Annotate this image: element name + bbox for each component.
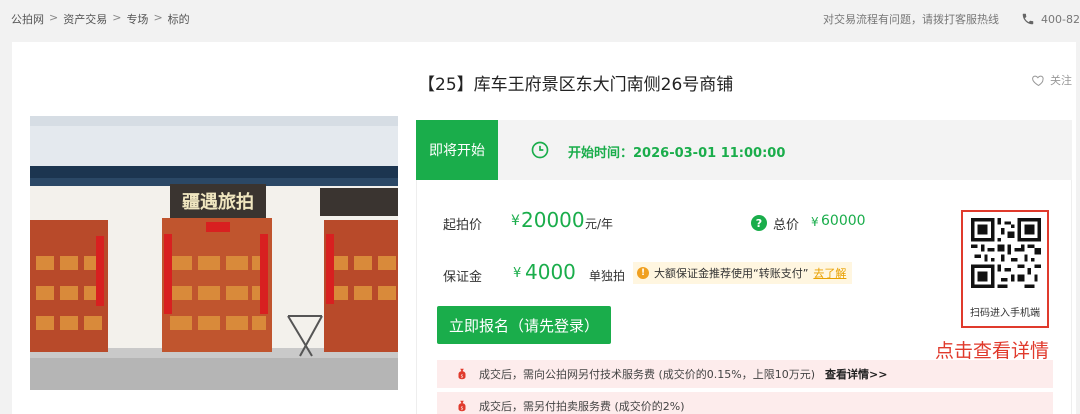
fee-row: $ 成交后，需向公拍网另付技术服务费 (成交价的0.15%，上限10万元) 查看… bbox=[437, 360, 1053, 388]
svg-text:$: $ bbox=[461, 374, 464, 380]
follow-button[interactable]: 关注 bbox=[1031, 72, 1072, 88]
money-bag-icon: $ bbox=[458, 400, 466, 412]
info-icon: ! bbox=[637, 267, 649, 279]
question-icon[interactable]: ? bbox=[751, 215, 767, 231]
breadcrumb-lot[interactable]: 标的 bbox=[168, 11, 190, 27]
price-panel: 起拍价 ¥ 20000 元/年 ? 总价 ¥ 60000 保证金 ¥ 4000 … bbox=[416, 180, 1072, 414]
deposit-currency: ¥ bbox=[513, 266, 522, 281]
auction-status-bar: 即将开始 开始时间：2026-03-01 11:00:00 bbox=[416, 120, 1072, 180]
qr-label: 扫码进入手机端 bbox=[970, 308, 1040, 319]
breadcrumb-asset-trade[interactable]: 资产交易 bbox=[63, 11, 107, 27]
lot-title: 【25】库车王府景区东大门南侧26号商铺 bbox=[418, 75, 734, 95]
deposit-label: 保证金 bbox=[443, 270, 483, 285]
follow-label: 关注 bbox=[1050, 74, 1072, 87]
lot-photo[interactable]: 疆遇旅拍 bbox=[30, 116, 398, 390]
help-hotline: 对交易流程有问题，请拨打客服热线 400-82 bbox=[823, 11, 1080, 27]
breadcrumb-separator: > bbox=[153, 11, 163, 24]
status-badge: 即将开始 bbox=[416, 120, 498, 180]
heart-icon bbox=[1032, 75, 1044, 86]
lot-card: 疆遇旅拍 ‹ bbox=[12, 42, 1076, 414]
qr-code[interactable] bbox=[971, 218, 1041, 288]
start-time: 开始时间：2026-03-01 11:00:00 bbox=[568, 142, 785, 161]
qr-details-hint[interactable]: 点击查看详情 bbox=[935, 336, 1049, 363]
breadcrumb-separator: > bbox=[112, 11, 122, 24]
start-time-value: 2026-03-01 11:00:00 bbox=[633, 146, 786, 161]
start-price-value: 20000 bbox=[521, 208, 585, 232]
fee-details-link[interactable]: 查看详情>> bbox=[825, 366, 887, 382]
fee-row: $ 成交后，需另付拍卖服务费 (成交价的2%) bbox=[437, 392, 1053, 414]
breadcrumb-special[interactable]: 专场 bbox=[126, 11, 148, 27]
deposit-tip-text: 大额保证金推荐使用“转账支付” bbox=[654, 267, 809, 280]
photo-gallery: 疆遇旅拍 ‹ bbox=[30, 70, 398, 390]
total-price-currency: ¥ bbox=[811, 215, 819, 229]
breadcrumb: 公拍网 > 资产交易 > 专场 > 标的 bbox=[11, 11, 190, 27]
clock-icon bbox=[531, 141, 549, 159]
breadcrumb-separator: > bbox=[49, 11, 59, 24]
svg-text:$: $ bbox=[461, 406, 464, 412]
start-price-label: 起拍价 bbox=[443, 218, 483, 233]
deposit-tip-link[interactable]: 去了解 bbox=[813, 265, 846, 281]
total-price-label: 总价 bbox=[773, 218, 800, 233]
bid-mode: 单独拍 bbox=[589, 269, 626, 283]
top-bar: 公拍网 > 资产交易 > 专场 > 标的 对交易流程有问题，请拨打客服热线 40… bbox=[0, 0, 1080, 38]
deposit-tip: ! 大额保证金推荐使用“转账支付” 去了解 bbox=[633, 262, 853, 284]
start-price-unit: 元/年 bbox=[585, 217, 614, 231]
breadcrumb-home[interactable]: 公拍网 bbox=[11, 11, 44, 27]
fee-text: 成交后，需另付拍卖服务费 (成交价的2%) bbox=[479, 400, 685, 413]
start-price-currency: ¥ bbox=[511, 213, 520, 229]
deposit-value: 4000 bbox=[525, 260, 576, 284]
total-price-value: 60000 bbox=[821, 213, 866, 229]
hotline-number[interactable]: 400-82 bbox=[1041, 13, 1080, 26]
start-time-label: 开始时间： bbox=[568, 146, 634, 161]
money-bag-icon: $ bbox=[458, 368, 466, 380]
fee-text: 成交后，需向公拍网另付技术服务费 (成交价的0.15%，上限10万元) bbox=[479, 368, 816, 381]
signup-button[interactable]: 立即报名（请先登录） bbox=[437, 306, 611, 344]
shop-sign-text: 疆遇旅拍 bbox=[182, 191, 254, 213]
help-text: 对交易流程有问题，请拨打客服热线 bbox=[823, 13, 1000, 26]
qr-code-box[interactable]: 扫码进入手机端 bbox=[961, 210, 1049, 328]
phone-icon bbox=[1022, 13, 1034, 25]
